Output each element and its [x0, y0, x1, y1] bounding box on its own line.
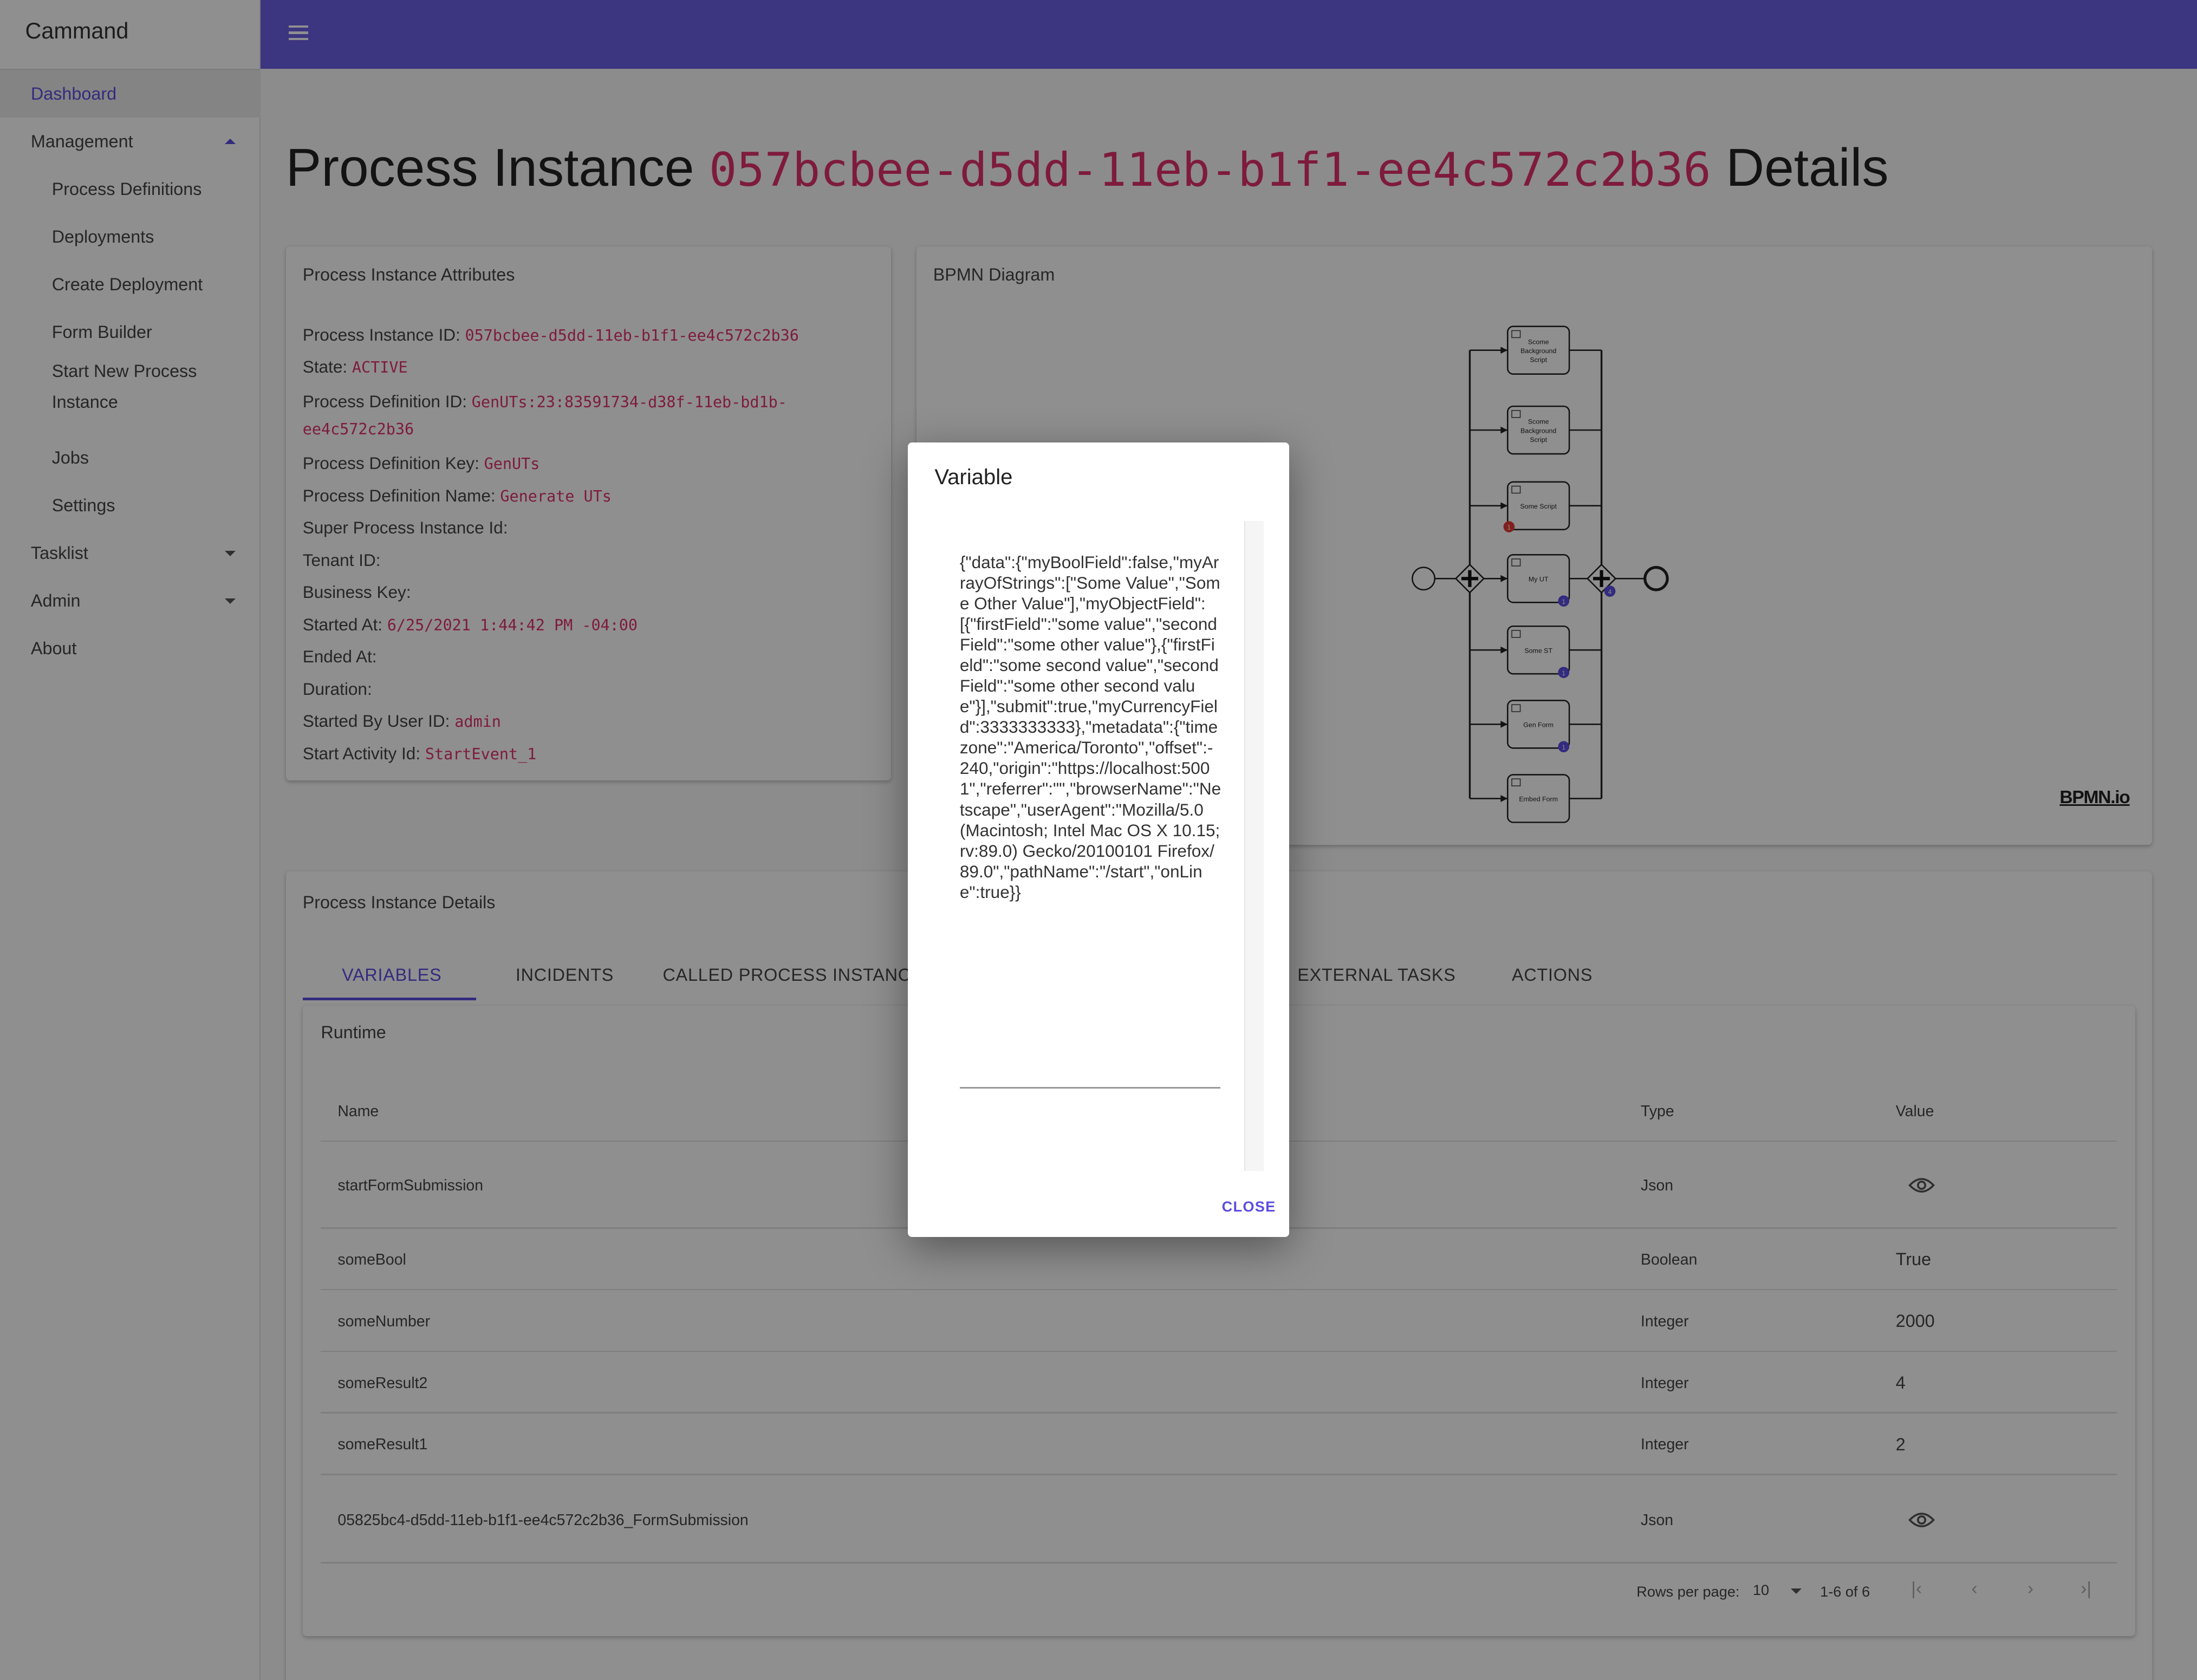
variable-dialog: Variable {"data":{"myBoolField":false,"m…	[908, 442, 1289, 1238]
scrollbar[interactable]	[1244, 521, 1264, 1171]
variable-json-field[interactable]: {"data":{"myBoolField":false,"myArrayOfS…	[960, 552, 1222, 902]
field-underline	[959, 1087, 1220, 1089]
close-button[interactable]: CLOSE	[1222, 1198, 1276, 1215]
dialog-title: Variable	[934, 465, 1013, 489]
